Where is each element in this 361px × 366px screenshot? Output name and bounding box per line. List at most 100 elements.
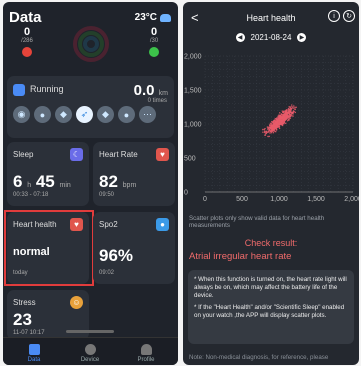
scatter-point [264, 134, 267, 136]
scatter-point [282, 110, 285, 113]
scatter-point [283, 123, 285, 125]
running-times: 0 times [147, 98, 167, 104]
spo2-value: 96% [99, 246, 134, 265]
scatter-point [270, 124, 272, 126]
sport-run-icon[interactable]: ➶ [76, 106, 93, 123]
scatter-point [270, 125, 272, 127]
info-icon[interactable]: i [328, 10, 340, 22]
scatter-point [281, 110, 283, 112]
scatter-point [278, 114, 280, 117]
sleep-duration: 6 h 45 min [13, 172, 71, 191]
steps-value: 0 [23, 26, 31, 38]
scatter-point [268, 128, 271, 130]
x-tick-label: 0 [203, 196, 207, 203]
x-tick-label: 500 [236, 196, 248, 203]
sport-climb-icon[interactable]: ◆ [97, 106, 114, 123]
scatter-point [267, 128, 269, 130]
y-tick-label: 0 [184, 190, 188, 197]
scatter-point [270, 122, 273, 124]
scatter-point [262, 131, 264, 133]
cloud-icon [160, 13, 171, 22]
scatter-point [279, 122, 281, 124]
scatter-point [277, 122, 279, 125]
next-date-button[interactable]: ▶ [297, 33, 307, 42]
scatter-point [274, 123, 277, 125]
scatter-point [277, 124, 279, 126]
scatter-note: Scatter plots only show valid data for h… [189, 215, 325, 230]
sport-walk-icon[interactable]: ● [34, 106, 51, 123]
scatter-point [282, 119, 284, 122]
heart-health-screen: < Heart health i ↻ ◀ 2021-08-24 ▶ 0 500 1,… [183, 2, 359, 365]
data-screen: Data 23°C 0 /286 0 /30 Running 0.0 km 0 … [3, 2, 178, 365]
date-selector: ◀ 2021-08-24 ▶ [183, 33, 359, 42]
scatter-point [266, 130, 268, 132]
scatter-point [286, 112, 289, 114]
heart-rate-title: Heart Rate [99, 150, 138, 159]
scatter-point [282, 118, 284, 120]
scatter-point [294, 106, 296, 109]
sport-bike-icon[interactable]: ◉ [13, 106, 30, 123]
activity-stat: 0 /30 [134, 26, 174, 57]
scatter-point [281, 116, 284, 119]
scatter-point [273, 126, 275, 128]
refresh-icon[interactable]: ↻ [343, 10, 355, 22]
scatter-point [289, 106, 292, 108]
nav-device[interactable]: Device [65, 344, 115, 363]
sport-selector: ◉ ● ◆ ➶ ◆ ● ⋯ [13, 106, 156, 123]
scatter-point [295, 106, 297, 108]
scatter-point [292, 115, 294, 117]
scatter-point [268, 135, 270, 138]
scatter-point [278, 127, 281, 130]
scatter-point [275, 118, 277, 120]
watch-icon [84, 344, 96, 355]
scatter-point [290, 113, 292, 115]
check-result-value: Atrial irregular heart rate [189, 251, 292, 262]
activity-summary[interactable]: 0 /286 0 /30 [3, 26, 178, 72]
sport-hike-icon[interactable]: ◆ [55, 106, 72, 123]
scatter-point [269, 127, 272, 129]
sleep-card[interactable]: Sleep ☾ 6 h 45 min 00:33 - 07:18 [7, 142, 89, 206]
running-card[interactable]: Running 0.0 km 0 times ◉ ● ◆ ➶ ◆ ● ⋯ [7, 76, 174, 138]
heart-rate-card[interactable]: Heart Rate ♥ 82 bpm 09:50 [93, 142, 175, 206]
scatter-point [275, 131, 277, 133]
sleep-title: Sleep [13, 150, 34, 159]
footer-note: Note: Non-medical diagnosis, for referen… [189, 354, 329, 361]
info-text-2: * If the "Heart Health" and/or "Scientif… [194, 304, 345, 320]
sleep-range: 00:33 - 07:18 [13, 192, 49, 198]
x-tick-label: 2,000 [344, 196, 359, 203]
nav-data[interactable]: Data [9, 344, 59, 363]
running-distance: 0.0 km [133, 82, 168, 99]
scatter-plot: 0 500 1,000 1,500 2,000 0 500 1,000 1,500 2,000 [184, 54, 359, 204]
sport-more-icon[interactable]: ⋯ [139, 106, 156, 123]
y-tick-label: 1,000 [184, 122, 202, 129]
scatter-point [269, 132, 271, 134]
scatter-point [291, 104, 293, 106]
scatter-point [270, 132, 273, 134]
running-icon [13, 84, 25, 96]
spo2-card[interactable]: Spo2 ● 96% 09:02 [93, 212, 175, 284]
scatter-point [292, 107, 294, 110]
running-title: Running [30, 84, 64, 94]
scatter-point [264, 131, 266, 134]
nav-profile[interactable]: Profile [121, 344, 171, 363]
weather-widget[interactable]: 23°C [135, 12, 171, 23]
activity-goal: /30 [149, 38, 159, 44]
prev-date-button[interactable]: ◀ [235, 33, 245, 42]
y-tick-label: 2,000 [184, 54, 202, 61]
scatter-point [266, 126, 269, 128]
sport-ball-icon[interactable]: ● [118, 106, 135, 123]
y-tick-label: 1,500 [184, 88, 202, 95]
scatter-point [278, 119, 281, 121]
activity-value: 0 [150, 26, 158, 38]
scatter-point [294, 111, 297, 114]
heart-rate-value: 82 bpm [99, 172, 137, 191]
check-result-label: Check result: [244, 238, 298, 248]
scatter-point [279, 112, 281, 114]
bottom-nav: Data Device Profile [3, 330, 178, 365]
info-text-1: * When this function is turned on, the h… [194, 276, 347, 300]
clock-icon [149, 47, 159, 57]
chart-icon [28, 344, 40, 355]
scatter-point [285, 113, 287, 115]
scatter-point [272, 132, 275, 134]
scatter-point [262, 128, 264, 131]
